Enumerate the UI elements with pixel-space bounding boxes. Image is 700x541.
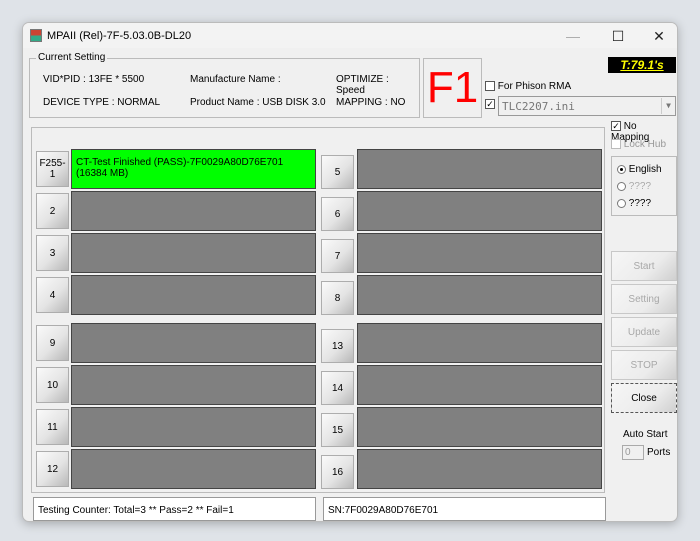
slot-status-panel <box>357 449 602 489</box>
lock-hub-checkbox[interactable]: Lock Hub <box>611 139 666 150</box>
slot-status-panel <box>71 365 316 405</box>
slot-button[interactable]: 2 <box>36 193 69 229</box>
ini-select[interactable]: TLC2207.ini ▼ <box>498 96 676 116</box>
phison-rma-checkbox[interactable]: For Phison RMA <box>485 81 571 92</box>
slot-button[interactable]: 3 <box>36 235 69 271</box>
radio-selected-icon <box>617 164 626 174</box>
chevron-down-icon: ▼ <box>661 98 675 114</box>
stop-button[interactable]: STOP <box>611 350 677 380</box>
slot-button[interactable]: 13 <box>321 329 354 363</box>
checkbox-icon <box>485 81 495 92</box>
slot-button[interactable]: 9 <box>36 325 69 361</box>
slot-button[interactable]: 8 <box>321 281 354 315</box>
minimize-button[interactable]: — <box>553 26 593 46</box>
group-legend: Current Setting <box>36 52 108 63</box>
language-group: English ???? ???? <box>611 156 677 216</box>
lang2-label: ???? <box>628 181 652 192</box>
slot-status-panel <box>71 275 316 315</box>
app-icon <box>30 29 42 42</box>
close-button[interactable]: Close <box>611 383 677 413</box>
english-label: English <box>628 164 662 175</box>
update-button[interactable]: Update <box>611 317 677 347</box>
slot-button[interactable]: 10 <box>36 367 69 403</box>
slot-status-panel <box>357 407 602 447</box>
product-name: Product Name : USB DISK 3.0 <box>190 97 326 108</box>
manufacture-name: Manufacture Name : <box>190 74 281 85</box>
slot-status-panel <box>357 233 602 273</box>
checkbox-icon <box>611 139 621 150</box>
lang3-label: ???? <box>628 198 652 209</box>
start-button[interactable]: Start <box>611 251 677 281</box>
window-title: MPAII (Rel)-7F-5.03.0B-DL20 <box>47 30 192 42</box>
slot-status-panel <box>71 191 316 231</box>
f-label: F1 <box>423 58 482 118</box>
slot-status-panel <box>357 191 602 231</box>
slot-button[interactable]: 4 <box>36 277 69 313</box>
slot-status-panel <box>357 149 602 189</box>
slot-button[interactable]: 6 <box>321 197 354 231</box>
current-setting-group: Current Setting VID*PID : 13FE * 5500 DE… <box>29 52 420 118</box>
maximize-button[interactable]: ☐ <box>598 26 638 46</box>
radio-icon <box>617 181 626 191</box>
auto-start-label: Auto Start <box>623 429 668 440</box>
checkbox-checked-icon: ✓ <box>611 121 621 132</box>
slot-status-panel <box>71 233 316 273</box>
slot-button[interactable]: 11 <box>36 409 69 445</box>
phison-rma-label: For Phison RMA <box>497 81 572 92</box>
slot-status-panel <box>357 275 602 315</box>
ini-checkbox[interactable]: ✓ <box>485 99 495 110</box>
ports-label: Ports <box>647 447 671 458</box>
optimize: OPTIMIZE : Speed <box>336 74 389 96</box>
radio-english[interactable]: English <box>617 164 662 175</box>
checkbox-checked-icon: ✓ <box>485 99 495 110</box>
main-window: MPAII (Rel)-7F-5.03.0B-DL20 — ☐ ✕ Curren… <box>22 22 678 522</box>
serial-number: SN:7F0029A80D76E701 <box>323 497 606 521</box>
mapping: MAPPING : NO <box>336 97 406 108</box>
device-type: DEVICE TYPE : NORMAL <box>43 97 161 108</box>
radio-lang-3[interactable]: ???? <box>617 198 651 209</box>
slot-button[interactable]: 14 <box>321 371 354 405</box>
timer: T:79.1's <box>608 57 676 73</box>
close-window-button[interactable]: ✕ <box>639 26 677 46</box>
slot-status-panel: CT-Test Finished (PASS)-7F0029A80D76E701… <box>71 149 316 189</box>
slot-button[interactable]: F255-1 <box>36 151 69 187</box>
slot-status-panel <box>357 365 602 405</box>
auto-start-input[interactable]: 0 <box>622 445 644 460</box>
lock-hub-label: Lock Hub <box>623 139 667 150</box>
testing-counter: Testing Counter: Total=3 ** Pass=2 ** Fa… <box>33 497 316 521</box>
slot-button[interactable]: 12 <box>36 451 69 487</box>
title-bar: MPAII (Rel)-7F-5.03.0B-DL20 — ☐ ✕ <box>23 23 677 48</box>
slot-button[interactable]: 5 <box>321 155 354 189</box>
vid-pid: VID*PID : 13FE * 5500 <box>43 74 145 85</box>
slot-status-panel <box>357 323 602 363</box>
slot-status-panel <box>71 449 316 489</box>
slot-button[interactable]: 7 <box>321 239 354 273</box>
slot-status-panel <box>71 323 316 363</box>
ini-value: TLC2207.ini <box>502 100 575 113</box>
radio-lang-2[interactable]: ???? <box>617 181 651 192</box>
slot-button[interactable]: 15 <box>321 413 354 447</box>
radio-icon <box>617 198 626 208</box>
setting-button[interactable]: Setting <box>611 284 677 314</box>
slot-button[interactable]: 16 <box>321 455 354 489</box>
slot-status-panel <box>71 407 316 447</box>
